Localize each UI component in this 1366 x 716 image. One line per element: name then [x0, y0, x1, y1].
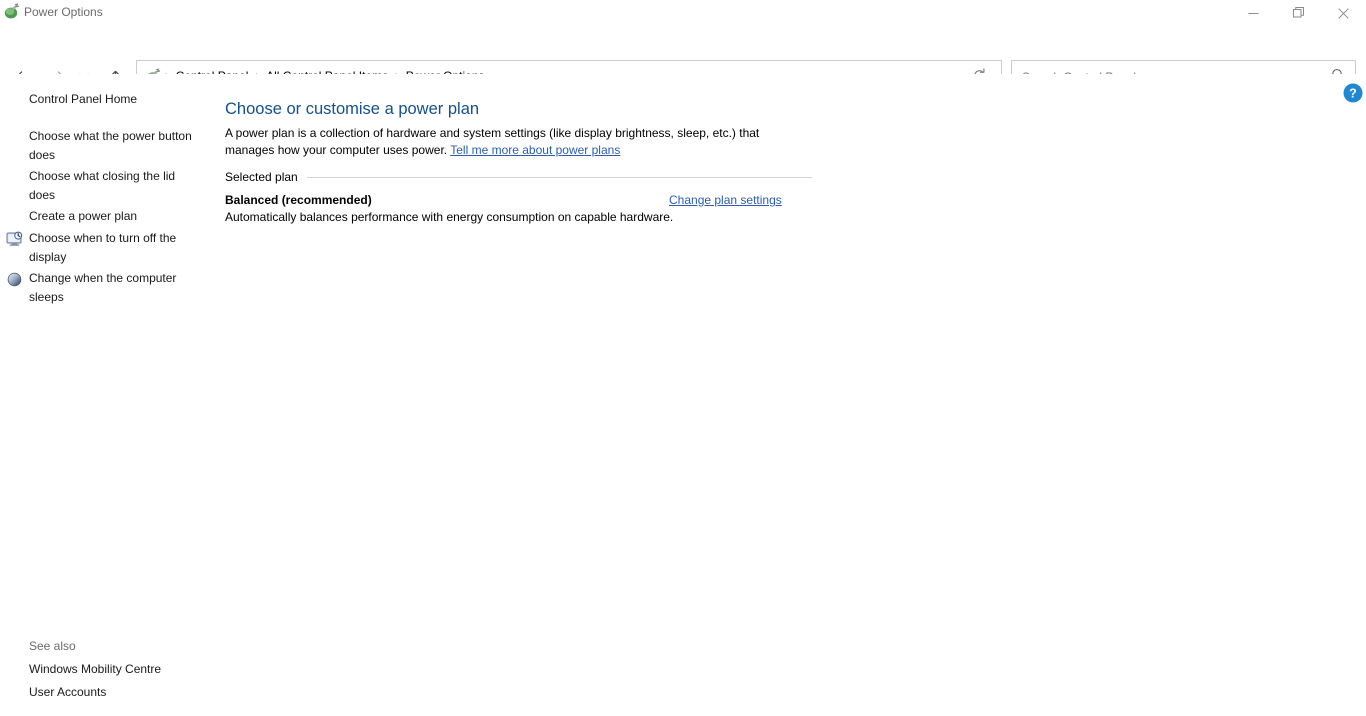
- selected-plan-label: Selected plan: [225, 170, 298, 184]
- sidebar-item-label: Choose when to turn off the display: [29, 231, 177, 264]
- navigation-bar: › Control Panel › All Control Panel Item…: [0, 26, 1366, 92]
- sidebar-item-label: Create a power plan: [29, 209, 138, 223]
- page-title: Choose or customise a power plan: [225, 100, 480, 118]
- restore-button[interactable]: [1276, 0, 1321, 26]
- main-panel: ? Choose or customise a power plan A pow…: [210, 74, 1366, 716]
- display-clock-icon: [6, 231, 23, 248]
- close-button[interactable]: [1321, 0, 1366, 26]
- sidebar-item-label: Change when the computer sleeps: [29, 271, 177, 304]
- minimize-button[interactable]: [1231, 0, 1276, 26]
- sidebar-item-label: Choose what the power button does: [29, 129, 192, 162]
- window-controls: [1231, 0, 1366, 26]
- sidebar-item-computer-sleeps[interactable]: Change when the computer sleeps: [0, 269, 210, 306]
- svg-text:?: ?: [1349, 87, 1357, 101]
- sidebar-item-power-button-action[interactable]: Choose what the power button does: [0, 127, 210, 164]
- group-divider: [306, 176, 812, 178]
- page-description: A power plan is a collection of hardware…: [225, 125, 805, 159]
- content-area: Control Panel Home Choose what the power…: [0, 74, 1366, 716]
- see-also-section: See also Windows Mobility Centre User Ac…: [29, 638, 204, 707]
- sidebar-task-list: Choose what the power button does Choose…: [0, 127, 210, 309]
- see-also-title: See also: [29, 639, 76, 653]
- sidebar-item-control-panel-home[interactable]: Control Panel Home: [29, 91, 199, 107]
- selected-plan-group-header: Selected plan: [225, 169, 812, 185]
- sleep-moon-icon: [6, 271, 23, 288]
- help-icon[interactable]: ?: [1342, 82, 1364, 104]
- tell-me-more-link[interactable]: Tell me more about power plans: [450, 143, 620, 157]
- change-plan-settings-link[interactable]: Change plan settings: [669, 192, 782, 208]
- sidebar-item-turn-off-display[interactable]: Choose when to turn off the display: [0, 229, 210, 266]
- sidebar-item-create-power-plan[interactable]: Create a power plan: [0, 207, 210, 226]
- sidebar: Control Panel Home Choose what the power…: [0, 74, 210, 716]
- plan-name: Balanced (recommended): [225, 193, 372, 207]
- see-also-link-windows-mobility-centre[interactable]: Windows Mobility Centre: [29, 661, 204, 677]
- power-plug-icon: [3, 3, 20, 20]
- sidebar-item-label: Choose what closing the lid does: [29, 169, 176, 202]
- plan-description: Automatically balances performance with …: [225, 210, 674, 224]
- see-also-link-user-accounts[interactable]: User Accounts: [29, 684, 204, 700]
- window-title: Power Options: [24, 5, 103, 19]
- title-bar: Power Options: [0, 0, 1366, 26]
- sidebar-item-closing-lid-action[interactable]: Choose what closing the lid does: [0, 167, 210, 204]
